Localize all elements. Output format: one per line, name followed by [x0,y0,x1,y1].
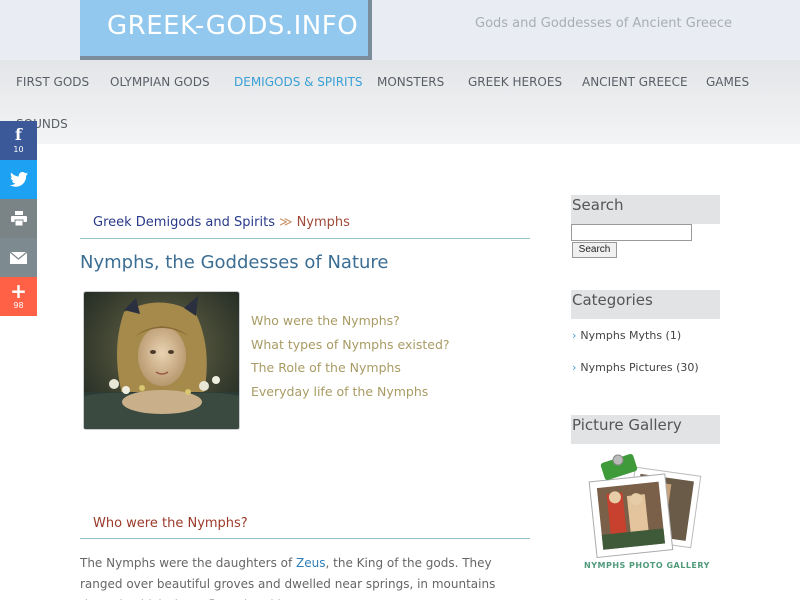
category-label[interactable]: Nymphs Myths (1) [580,329,681,342]
toc-link-types[interactable]: What types of Nymphs existed? [251,333,450,357]
more-share-count: 98 [13,301,24,310]
breadcrumb-current: Nymphs [296,215,350,230]
toc-link-everyday-life[interactable]: Everyday life of the Nymphs [251,380,450,404]
category-label[interactable]: Nymphs Pictures (30) [580,361,698,374]
nav-item-demigods-spirits[interactable]: DEMIGODS & SPIRITS [234,75,363,89]
nav-item-monsters[interactable]: MONSTERS [377,75,444,89]
search-button[interactable]: Search [572,242,617,258]
nav-item-olympian-gods[interactable]: OLYMPIAN GODS [110,75,210,89]
facebook-share-button[interactable]: f 10 [0,121,37,160]
category-item-nymphs-pictures[interactable]: › Nymphs Pictures (30) [572,361,699,374]
print-button[interactable] [0,199,37,238]
more-share-button[interactable]: + 98 [0,277,37,316]
search-input[interactable] [571,224,692,241]
email-icon [10,251,27,264]
search-widget-title: Search [571,195,720,224]
gallery-caption: NYMPHS PHOTO GALLERY [584,561,710,570]
gallery-widget-title: Picture Gallery [571,415,720,444]
nav-item-greek-heroes[interactable]: GREEK HEROES [468,75,562,89]
print-icon [10,211,27,226]
section-title: Who were the Nymphs? [93,516,248,531]
table-of-contents: Who were the Nymphs? What types of Nymph… [251,309,450,403]
section-divider [80,538,530,539]
plus-icon: + [10,279,27,303]
nav-item-games[interactable]: GAMES [706,75,749,89]
social-share-bar: f 10 + 98 [0,121,37,316]
toc-link-role[interactable]: The Role of the Nymphs [251,356,450,380]
breadcrumb-parent-link[interactable]: Greek Demigods and Spirits [93,215,275,230]
nav-item-first-gods[interactable]: FIRST GODS [16,75,89,89]
site-logo[interactable]: GREEK-GODS.INFO [80,0,372,60]
breadcrumb: Greek Demigods and Spirits ≫ Nymphs [93,215,350,230]
nav-item-ancient-greece[interactable]: ANCIENT GREECE [582,75,688,89]
category-item-nymphs-myths[interactable]: › Nymphs Myths (1) [572,329,681,342]
chevron-right-icon: › [572,361,577,374]
zeus-link[interactable]: Zeus [296,556,325,570]
nymph-hero-image [83,291,240,430]
nymphs-photo-gallery-link[interactable] [578,452,708,578]
twitter-share-button[interactable] [0,160,37,199]
toc-link-who-were[interactable]: Who were the Nymphs? [251,309,450,333]
section-paragraph: The Nymphs were the daughters of Zeus, t… [80,553,535,600]
page-title: Nymphs, the Goddesses of Nature [80,252,389,273]
site-header: GREEK-GODS.INFO Gods and Goddesses of An… [0,0,800,60]
facebook-icon: f [15,125,22,144]
twitter-icon [9,172,28,187]
breadcrumb-separator: ≫ [278,215,293,230]
categories-widget-title: Categories [571,290,720,319]
breadcrumb-divider [80,238,530,239]
site-logo-text[interactable]: GREEK-GODS.INFO [107,11,358,41]
facebook-share-count: 10 [13,145,24,154]
site-tagline: Gods and Goddesses of Ancient Greece [475,16,733,31]
main-nav: FIRST GODS OLYMPIAN GODS DEMIGODS & SPIR… [0,60,800,144]
chevron-right-icon: › [572,329,577,342]
email-share-button[interactable] [0,238,37,277]
paragraph-text: The Nymphs were the daughters of [80,556,297,570]
